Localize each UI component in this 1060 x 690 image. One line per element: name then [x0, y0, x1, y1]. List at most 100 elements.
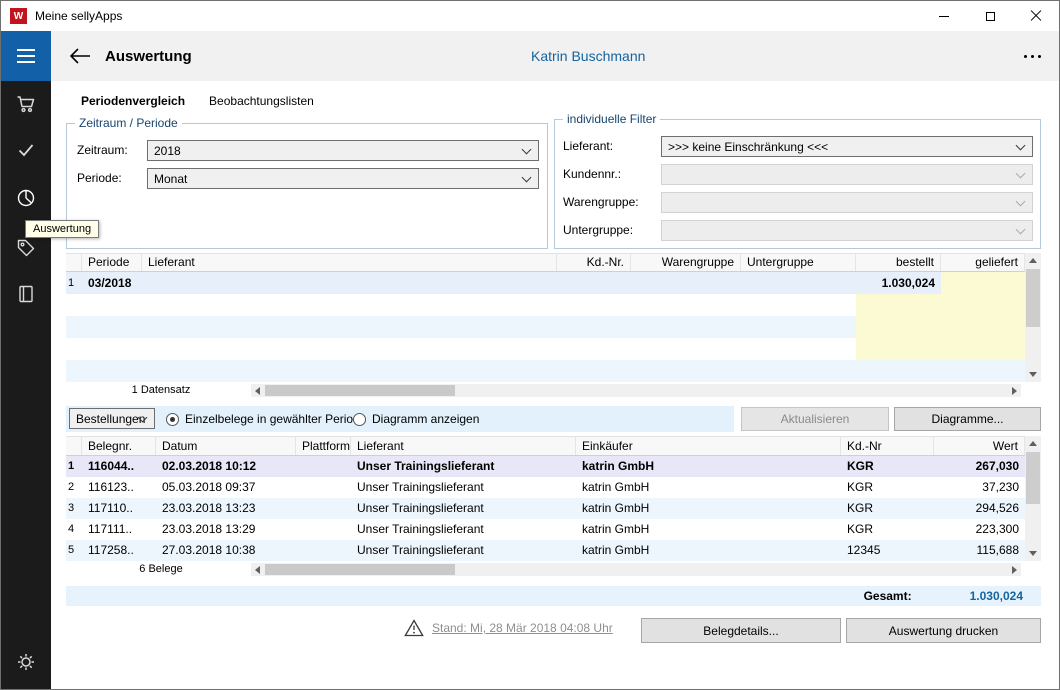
detail-table-header: Belegnr. Datum Plattform Lieferant Einkä… [66, 436, 1025, 456]
column-header-lieferant[interactable]: Lieferant [142, 254, 557, 271]
hamburger-menu-button[interactable] [1, 31, 51, 81]
minimize-button[interactable] [921, 1, 967, 31]
chevron-down-icon [1016, 197, 1026, 207]
tab-periodenvergleich[interactable]: Periodenvergleich [81, 94, 185, 108]
column-header-kdnr[interactable]: Kd.-Nr. [557, 254, 631, 271]
groupbox-title: Zeitraum / Periode [75, 116, 182, 130]
column-header-wert[interactable]: Wert [934, 437, 1025, 455]
chevron-down-icon [522, 145, 532, 155]
lieferant-select[interactable]: >>> keine Einschränkung <<< [661, 136, 1033, 157]
record-count: 1 Datensatz [96, 383, 226, 398]
period-table-empty-row[interactable] [66, 316, 1025, 338]
app-icon: W [10, 8, 27, 24]
arrow-left-icon [255, 566, 260, 574]
table-row[interactable]: 3 117110.. 23.03.2018 13:23 Unser Traini… [66, 498, 1025, 519]
window-controls [921, 1, 1059, 31]
period-table-footer: 1 Datensatz [66, 383, 1041, 399]
scroll-down-button[interactable] [1025, 546, 1041, 561]
groupbox-title: individuelle Filter [563, 112, 660, 126]
period-table-empty-row[interactable] [66, 360, 1025, 382]
zeitraum-select[interactable]: 2018 [147, 140, 539, 161]
detail-table-vertical-scrollbar[interactable] [1025, 436, 1041, 561]
kundennr-select [661, 164, 1033, 185]
hamburger-icon [17, 49, 35, 51]
scroll-right-button[interactable] [1008, 563, 1021, 576]
table-row[interactable]: 5 117258.. 27.03.2018 10:38 Unser Traini… [66, 540, 1025, 561]
bestellt-value: 1.030,024 [856, 272, 941, 294]
periode-label: Periode: [77, 168, 122, 189]
chevron-down-icon [1016, 169, 1026, 179]
radio-button-icon [166, 413, 179, 426]
close-button[interactable] [1013, 1, 1059, 31]
scroll-left-button[interactable] [251, 384, 264, 397]
column-header-warengruppe[interactable]: Warengruppe [631, 254, 741, 271]
doc-type-select[interactable]: Bestellungen [69, 408, 155, 429]
chevron-down-icon [1016, 225, 1026, 235]
sidebar-item-cart[interactable] [1, 87, 51, 121]
column-header-belegnr[interactable]: Belegnr. [82, 437, 156, 455]
column-header-untergruppe[interactable]: Untergruppe [741, 254, 856, 271]
maximize-icon [986, 12, 995, 21]
scrollbar-thumb[interactable] [1026, 269, 1040, 327]
chevron-down-icon [522, 173, 532, 183]
scroll-right-button[interactable] [1008, 384, 1021, 397]
diagramme-button[interactable]: Diagramme... [894, 407, 1041, 431]
table-row[interactable]: 2 116123.. 05.03.2018 09:37 Unser Traini… [66, 477, 1025, 498]
tab-bar: Periodenvergleich Beobachtungslisten [81, 89, 314, 113]
back-arrow-icon [69, 48, 91, 64]
column-header-periode[interactable]: Periode [82, 254, 142, 271]
scrollbar-thumb[interactable] [265, 385, 455, 396]
cart-icon [16, 94, 36, 114]
column-header-lieferant[interactable]: Lieferant [351, 437, 576, 455]
back-button[interactable] [69, 48, 91, 64]
maximize-button[interactable] [967, 1, 1013, 31]
periode-select[interactable]: Monat [147, 168, 539, 189]
summary-row: Gesamt: 1.030,024 [66, 586, 1041, 606]
table-row[interactable]: 1 116044.. 02.03.2018 10:12 Unser Traini… [66, 456, 1025, 477]
scroll-up-button[interactable] [1025, 436, 1041, 451]
column-header-bestellt[interactable]: bestellt [856, 254, 941, 271]
scroll-left-button[interactable] [251, 563, 264, 576]
sidebar-item-journal[interactable] [1, 277, 51, 311]
period-table-vertical-scrollbar[interactable] [1025, 253, 1041, 382]
column-header-geliefert[interactable]: geliefert [941, 254, 1025, 271]
detail-table-footer: 6 Belege [66, 562, 1041, 578]
scrollbar-thumb[interactable] [1026, 452, 1040, 504]
detail-table: Belegnr. Datum Plattform Lieferant Einkä… [66, 436, 1041, 561]
more-button[interactable] [1024, 55, 1041, 58]
pie-chart-icon [16, 188, 36, 208]
period-table-empty-row[interactable] [66, 294, 1025, 316]
scrollbar-thumb[interactable] [265, 564, 455, 575]
column-header-einkaeufer[interactable]: Einkäufer [576, 437, 841, 455]
sidebar-item-settings[interactable] [1, 645, 51, 679]
arrow-right-icon [1012, 387, 1017, 395]
arrow-down-icon [1029, 372, 1037, 377]
sidebar-item-auswertung[interactable] [1, 181, 51, 215]
column-header-kdnr[interactable]: Kd.-Nr [841, 437, 934, 455]
book-icon [16, 284, 36, 304]
groupbox-individuelle-filter: individuelle Filter Lieferant: >>> keine… [554, 119, 1041, 249]
scroll-down-button[interactable] [1025, 367, 1041, 382]
column-header-plattform[interactable]: Plattform [296, 437, 351, 455]
period-table-horizontal-scrollbar[interactable] [251, 384, 1021, 397]
column-header-datum[interactable]: Datum [156, 437, 296, 455]
untergruppe-label: Untergruppe: [563, 220, 633, 241]
radio-einzelbelege[interactable]: Einzelbelege in gewählter Periode [166, 412, 366, 426]
tab-beobachtungslisten[interactable]: Beobachtungslisten [209, 94, 314, 108]
belegdetails-button[interactable]: Belegdetails... [641, 618, 841, 643]
period-table-row[interactable]: 1 03/2018 1.030,024 [66, 272, 1025, 294]
auswertung-drucken-button[interactable]: Auswertung drucken [846, 618, 1041, 643]
table-row[interactable]: 4 117111.. 23.03.2018 13:29 Unser Traini… [66, 519, 1025, 540]
kundennr-label: Kundennr.: [563, 164, 621, 185]
sidebar-item-tasks[interactable] [1, 133, 51, 167]
detail-table-horizontal-scrollbar[interactable] [251, 563, 1021, 576]
minimize-icon [939, 16, 949, 17]
more-icon [1024, 55, 1027, 58]
radio-diagramm[interactable]: Diagramm anzeigen [353, 412, 479, 426]
tag-icon [16, 238, 36, 258]
page-header: Auswertung Katrin Buschmann [51, 31, 1059, 81]
scroll-up-button[interactable] [1025, 253, 1041, 268]
period-table-empty-row[interactable] [66, 338, 1025, 360]
warengruppe-label: Warengruppe: [563, 192, 639, 213]
arrow-right-icon [1012, 566, 1017, 574]
